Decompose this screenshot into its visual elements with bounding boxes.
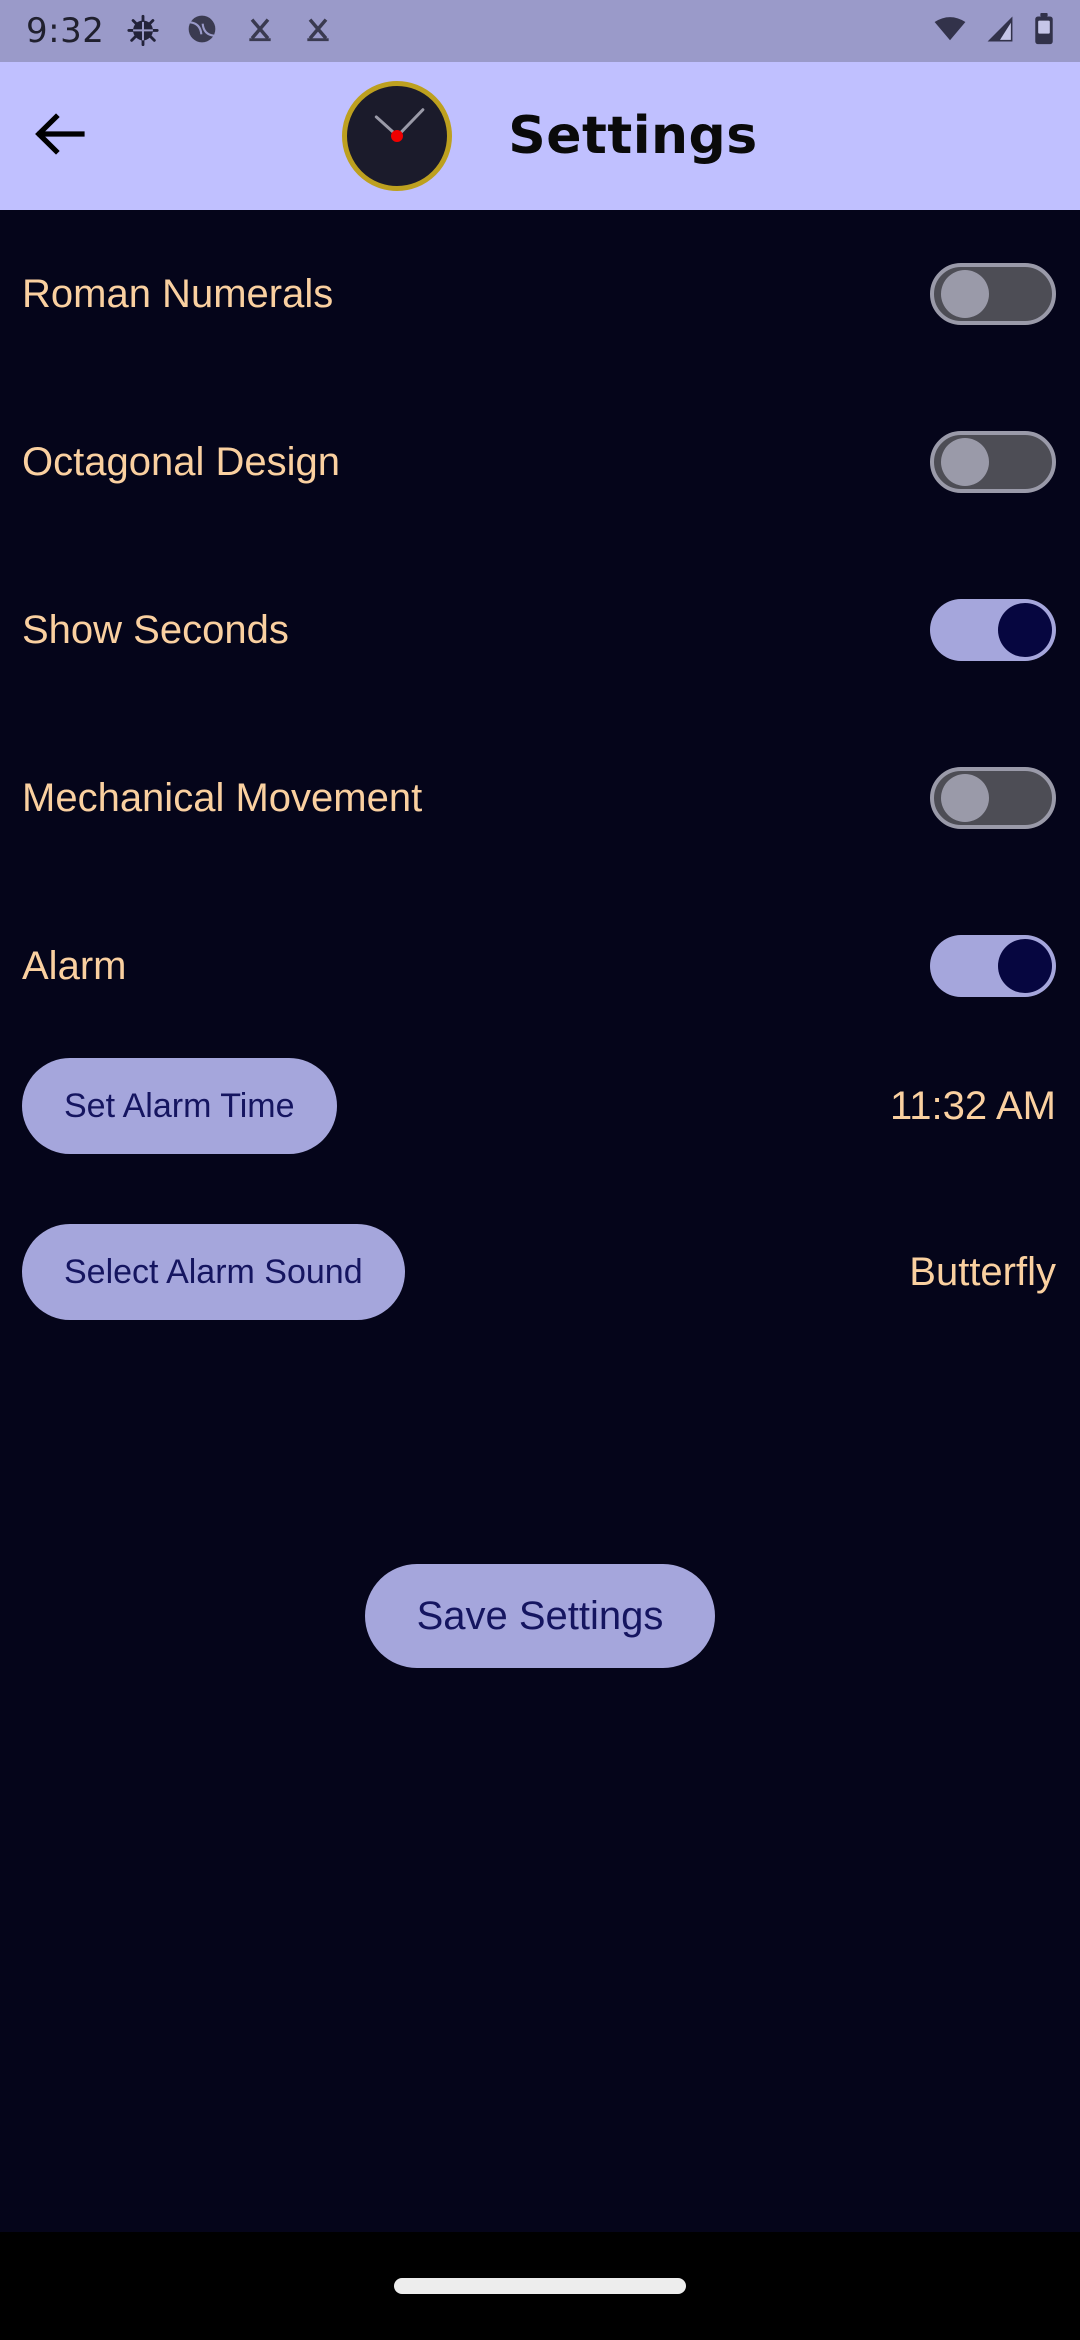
setting-row-show-seconds[interactable]: Show Seconds [22, 546, 1058, 714]
system-navigation-bar [0, 2232, 1080, 2340]
wifi-icon [932, 15, 968, 48]
toggle-thumb [998, 603, 1052, 657]
phone-screen: 9:32 Settings Roman Numerals Octagonal D… [0, 0, 1080, 2340]
setting-label: Show Seconds [22, 607, 289, 652]
setting-label: Octagonal Design [22, 439, 340, 484]
battery-icon [1032, 12, 1056, 50]
save-settings-container: Save Settings [22, 1564, 1058, 1668]
set-alarm-time-button[interactable]: Set Alarm Time [22, 1058, 337, 1154]
setting-row-octagonal-design[interactable]: Octagonal Design [22, 378, 1058, 546]
x-mark-icon [244, 13, 276, 50]
settings-content: Roman Numerals Octagonal Design Show Sec… [0, 210, 1080, 2232]
alarm-sound-value: Butterfly [909, 1249, 1056, 1294]
cellular-signal-icon [984, 15, 1016, 48]
home-gesture-pill[interactable] [394, 2278, 686, 2294]
status-bar-clock: 9:32 [26, 11, 105, 51]
clock-icon [342, 81, 453, 191]
save-settings-button[interactable]: Save Settings [364, 1564, 716, 1668]
back-arrow-icon [34, 111, 86, 162]
back-button[interactable] [0, 62, 120, 210]
ball-icon [186, 13, 218, 50]
toggle-octagonal-design[interactable] [930, 431, 1056, 493]
app-bar: Settings [0, 62, 1080, 210]
select-alarm-sound-button[interactable]: Select Alarm Sound [22, 1224, 405, 1320]
setting-label: Roman Numerals [22, 271, 334, 316]
toggle-roman-numerals[interactable] [930, 263, 1056, 325]
setting-label: Mechanical Movement [22, 775, 423, 820]
setting-row-alarm[interactable]: Alarm [22, 882, 1058, 1050]
setting-row-roman-numerals[interactable]: Roman Numerals [22, 210, 1058, 378]
toggle-mechanical-movement[interactable] [930, 767, 1056, 829]
toggle-thumb [941, 438, 989, 486]
setting-row-mechanical-movement[interactable]: Mechanical Movement [22, 714, 1058, 882]
setting-label: Alarm [22, 943, 127, 988]
app-bar-center: Settings [120, 81, 1080, 191]
toggle-thumb [998, 939, 1052, 993]
bug-icon [126, 12, 160, 51]
toggle-thumb [941, 270, 989, 318]
alarm-time-value: 11:32 AM [889, 1083, 1056, 1128]
page-title: Settings [508, 106, 758, 166]
action-row-select-alarm-sound: Select Alarm Sound Butterfly [22, 1216, 1058, 1328]
toggle-alarm[interactable] [930, 935, 1056, 997]
action-row-set-alarm-time: Set Alarm Time 11:32 AM [22, 1050, 1058, 1162]
clock-center-dot [391, 130, 404, 142]
x-mark-icon [302, 13, 334, 50]
status-bar-notification-icons [126, 12, 932, 51]
toggle-thumb [941, 774, 989, 822]
toggle-show-seconds[interactable] [930, 599, 1056, 661]
status-bar: 9:32 [0, 0, 1080, 62]
status-bar-system-icons [932, 12, 1056, 50]
